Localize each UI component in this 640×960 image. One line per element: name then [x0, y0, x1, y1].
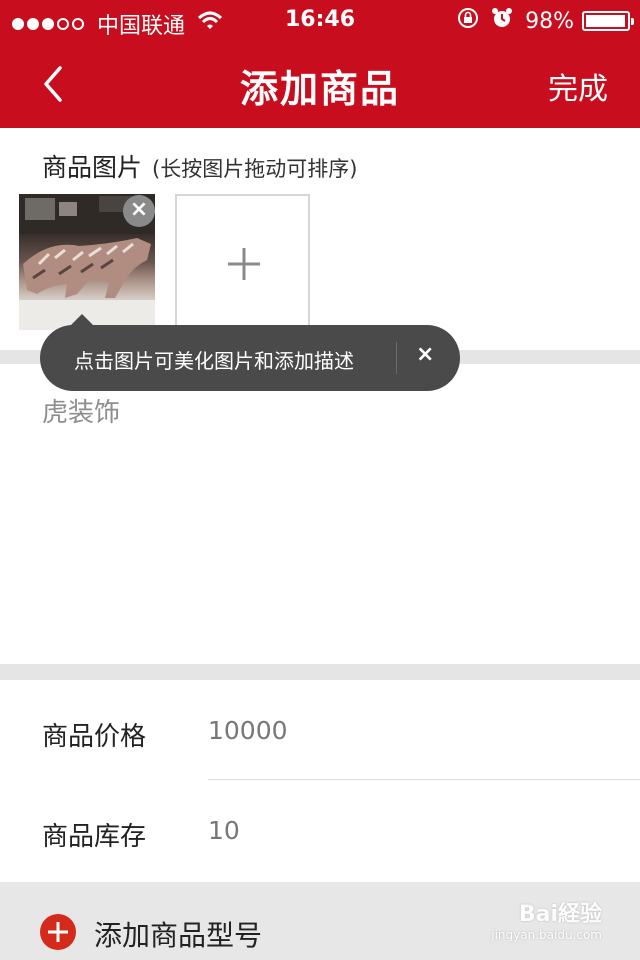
- battery-icon: [582, 11, 634, 31]
- alarm-icon: [491, 7, 513, 35]
- price-input[interactable]: 10000: [208, 716, 288, 745]
- section-divider: [0, 664, 640, 680]
- hint-tooltip: 点击图片可美化图片和添加描述 ×: [40, 325, 460, 391]
- stock-input[interactable]: 10: [208, 816, 240, 845]
- add-model-label: 添加商品型号: [94, 919, 263, 952]
- tooltip-text: 点击图片可美化图片和添加描述: [74, 349, 354, 373]
- plus-icon: [228, 248, 260, 280]
- field-divider: [208, 779, 640, 780]
- status-bar: 中国联通 16:46 98%: [0, 0, 640, 40]
- baidu-watermark-url: jingyan.baidu.com: [491, 928, 602, 942]
- battery-percent: 98%: [525, 8, 574, 34]
- rotation-lock-icon: [457, 7, 479, 35]
- nav-bar: 添加商品 完成: [0, 40, 640, 128]
- battery-level: [586, 15, 625, 27]
- images-section-title: 商品图片: [42, 153, 143, 182]
- app-header: 中国联通 16:46 98% 添加商品 完成: [0, 0, 640, 128]
- images-section-header: 商品图片 (长按图片拖动可排序): [42, 148, 357, 184]
- baidu-watermark: Bai経验: [518, 902, 602, 927]
- stock-label: 商品库存: [42, 822, 147, 852]
- add-image-button[interactable]: [175, 194, 310, 330]
- price-label: 商品价格: [42, 722, 147, 752]
- remove-image-button[interactable]: ×: [123, 195, 155, 227]
- plus-circle-icon: [40, 914, 76, 950]
- tooltip-separator: [396, 342, 397, 374]
- description-input[interactable]: 虎装饰: [42, 392, 120, 429]
- done-button[interactable]: 完成: [548, 64, 608, 108]
- tooltip-close-button[interactable]: ×: [416, 342, 434, 367]
- page-title: 添加商品: [239, 67, 400, 111]
- status-right: 98%: [457, 7, 634, 35]
- images-section-hint: (长按图片拖动可排序): [152, 157, 358, 181]
